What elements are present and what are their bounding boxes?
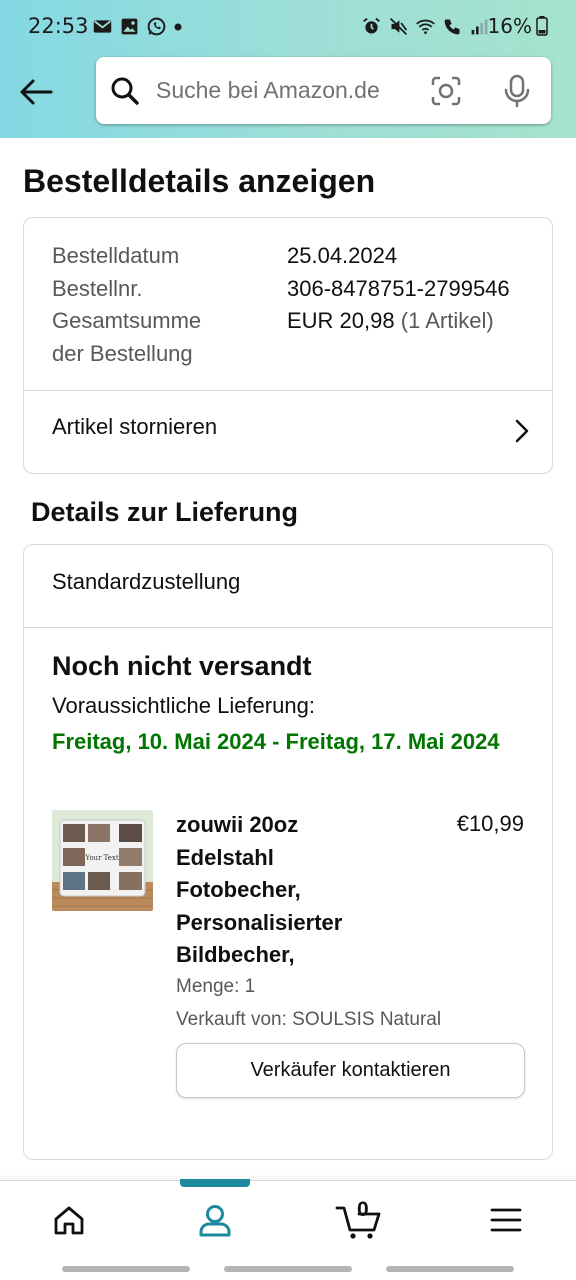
status-time: 22:53 bbox=[28, 14, 89, 38]
app-header: 22:53 16% Suche bei Amazon.de bbox=[0, 0, 576, 138]
microphone-icon[interactable] bbox=[502, 74, 532, 108]
back-button[interactable] bbox=[14, 70, 58, 114]
delivery-eta-dates: Freitag, 10. Mai 2024 - Freitag, 17. Mai… bbox=[52, 729, 500, 754]
menu-icon bbox=[490, 1208, 522, 1232]
gesture-handle bbox=[62, 1266, 190, 1272]
nav-cart[interactable]: 0 bbox=[314, 1181, 404, 1259]
nav-account[interactable] bbox=[170, 1181, 260, 1259]
order-number-label: Bestellnr. bbox=[52, 276, 143, 301]
order-total-value-wrap: EUR 20,98 (1 Artikel) bbox=[287, 304, 494, 337]
order-total-label-line2: der Bestellung bbox=[52, 341, 193, 366]
product-thumbnail[interactable]: Your Text bbox=[52, 810, 153, 911]
home-icon bbox=[54, 1206, 84, 1235]
order-total-items: (1 Artikel) bbox=[400, 308, 494, 333]
order-number-value: 306-8478751-2799546 bbox=[287, 276, 510, 301]
product-price: €10,99 bbox=[456, 811, 524, 836]
shipping-method: Standardzustellung bbox=[52, 569, 241, 594]
page-title: Bestelldetails anzeigen bbox=[23, 163, 376, 199]
order-total-row: Gesamtsumme der Bestellung EUR 20,98 (1 … bbox=[52, 304, 494, 370]
shipment-status: Noch nicht versandt bbox=[52, 651, 312, 681]
cart-count: 0 bbox=[357, 1198, 369, 1221]
order-summary-card: Bestelldatum 25.04.2024 Bestellnr. 306-8… bbox=[23, 217, 553, 474]
order-date-label: Bestelldatum bbox=[52, 243, 180, 268]
status-bar: 22:53 16% bbox=[0, 0, 576, 54]
dot-icon bbox=[174, 23, 182, 30]
battery-icon bbox=[536, 16, 548, 36]
product-title-link[interactable]: zouwii 20oz Edelstahl Fotobecher, Person… bbox=[176, 809, 396, 972]
product-seller: Verkauft von: SOULSIS Natural bbox=[176, 1009, 442, 1030]
gesture-handle bbox=[224, 1266, 352, 1272]
contact-seller-button[interactable]: Verkäufer kontaktieren bbox=[176, 1043, 525, 1098]
product-image: Your Text bbox=[52, 810, 153, 911]
thumbnail-text: Your Text bbox=[84, 854, 119, 862]
battery-status: 16% bbox=[488, 14, 548, 38]
search-input[interactable]: Suche bei Amazon.de bbox=[156, 77, 380, 104]
chevron-right-icon bbox=[515, 419, 529, 443]
product-quantity: Menge: 1 bbox=[176, 976, 256, 997]
battery-percent: 16% bbox=[487, 14, 532, 38]
order-total-value: EUR 20,98 bbox=[287, 308, 395, 333]
delivery-card: Standardzustellung Noch nicht versandt V… bbox=[23, 544, 553, 1160]
delivery-section-title: Details zur Lieferung bbox=[31, 497, 299, 527]
cancel-items-row[interactable]: Artikel stornieren bbox=[24, 391, 552, 473]
mute-icon bbox=[390, 18, 408, 35]
camera-scan-icon[interactable] bbox=[430, 75, 462, 107]
order-date-row: Bestelldatum 25.04.2024 bbox=[52, 239, 397, 272]
delivery-eta-label: Voraussichtliche Lieferung: bbox=[52, 693, 315, 718]
cancel-items-label: Artikel stornieren bbox=[52, 414, 218, 439]
nav-home[interactable] bbox=[24, 1181, 114, 1259]
order-number-row: Bestellnr. 306-8478751-2799546 bbox=[52, 272, 510, 305]
image-icon bbox=[121, 18, 138, 35]
nav-menu[interactable] bbox=[461, 1181, 551, 1259]
back-arrow-icon bbox=[20, 79, 53, 105]
order-total-label-line1: Gesamtsumme bbox=[52, 308, 202, 333]
mail-icon bbox=[93, 20, 112, 33]
account-icon bbox=[199, 1205, 231, 1237]
alarm-icon bbox=[363, 17, 380, 34]
system-gesture-bar bbox=[0, 1258, 576, 1280]
whatsapp-icon bbox=[147, 17, 166, 36]
bottom-navigation: 0 bbox=[0, 1179, 576, 1259]
wifi-call-icon bbox=[444, 19, 460, 35]
search-bar[interactable]: Suche bei Amazon.de bbox=[96, 57, 551, 124]
search-icon bbox=[111, 77, 139, 105]
gesture-handle bbox=[386, 1266, 514, 1272]
system-icons bbox=[361, 16, 490, 37]
order-date-value: 25.04.2024 bbox=[287, 243, 398, 268]
divider bbox=[24, 627, 552, 628]
notification-icons bbox=[92, 16, 183, 37]
wifi-icon bbox=[416, 19, 435, 35]
